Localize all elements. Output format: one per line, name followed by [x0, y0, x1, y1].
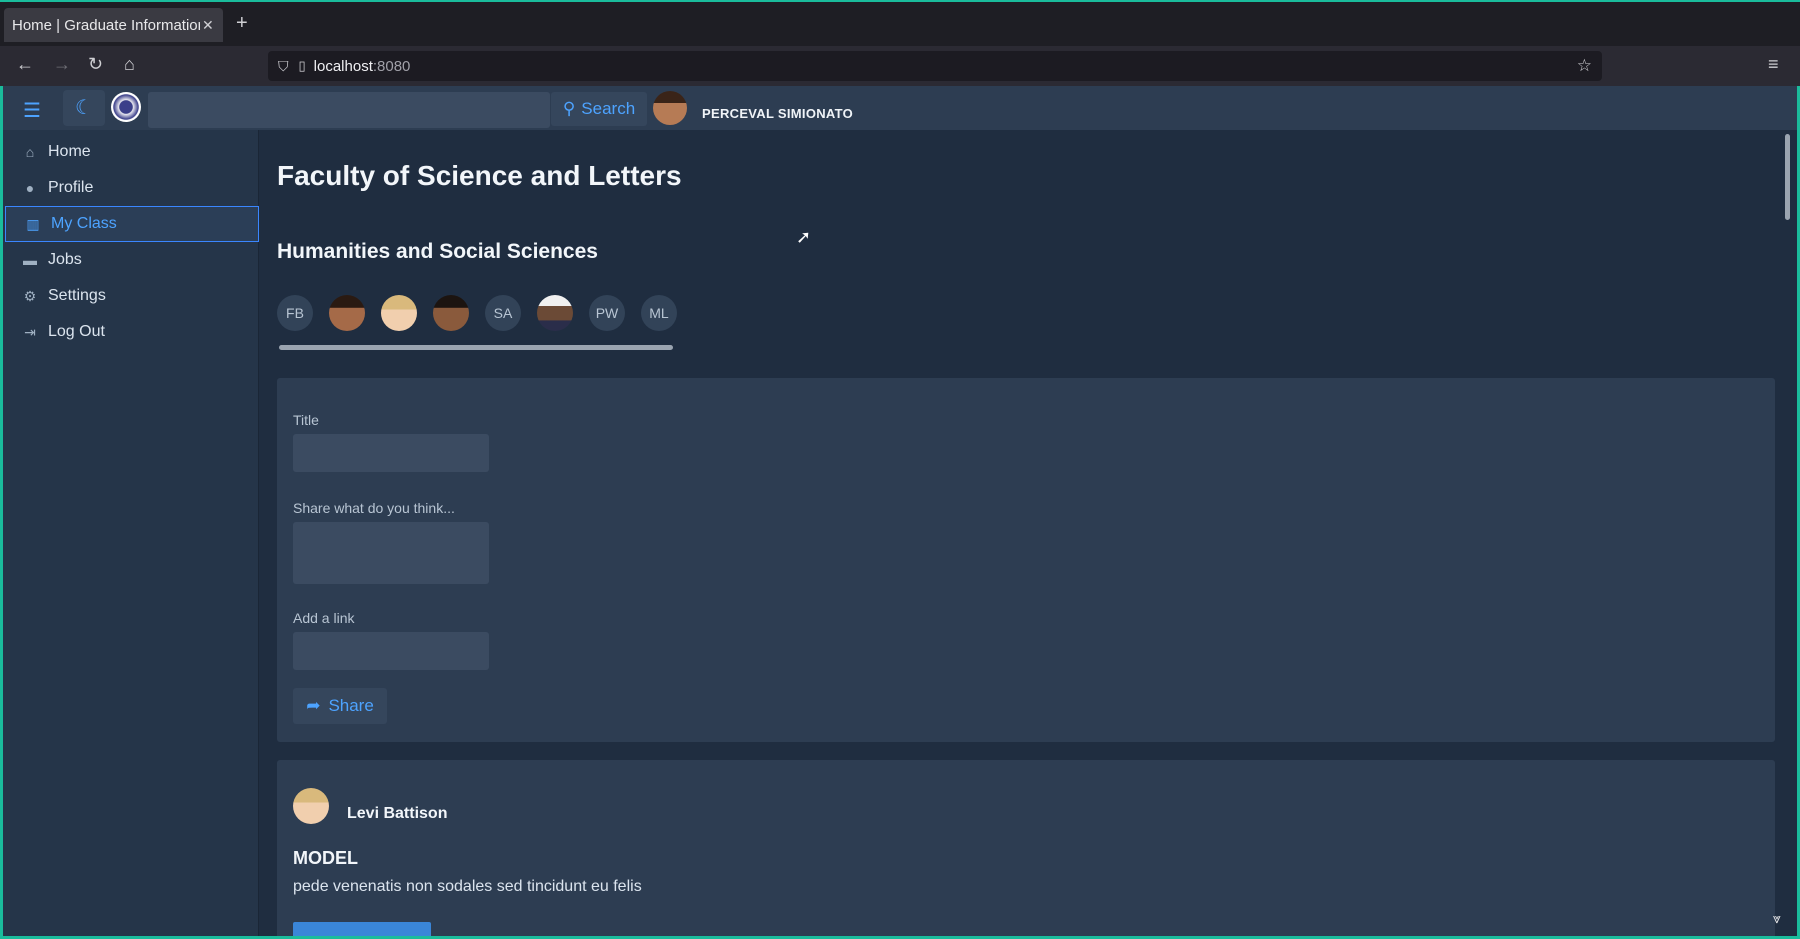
- share-icon: ➦: [306, 696, 321, 715]
- app-frame: ☰ ☾ ⚲ Search PERCEVAL SIMIONATO ⌂ Home ●…: [0, 86, 1800, 939]
- sidebar: ⌂ Home ● Profile ▥ My Class ▬ Jobs ⚙ Set…: [3, 130, 259, 936]
- member-avatar[interactable]: [329, 295, 365, 331]
- page-scrollbar-thumb[interactable]: [1785, 134, 1790, 220]
- member-avatar[interactable]: [381, 295, 417, 331]
- title-label: Title: [293, 412, 319, 428]
- forward-icon[interactable]: →: [53, 54, 71, 75]
- post-link-button[interactable]: [293, 922, 431, 936]
- mouse-cursor-icon: ➚: [796, 227, 812, 247]
- sidebar-item-label: Settings: [48, 287, 106, 304]
- url-text: localhost:8080: [313, 57, 411, 75]
- page-scrollbar[interactable]: [1783, 130, 1791, 930]
- user-name[interactable]: PERCEVAL SIMIONATO: [702, 106, 853, 121]
- building-icon: ▥: [26, 215, 40, 232]
- sidebar-item-label: Home: [48, 143, 91, 160]
- member-avatar[interactable]: [433, 295, 469, 331]
- hamburger-menu-icon[interactable]: ☰: [23, 98, 41, 123]
- search-icon: ⚲: [562, 99, 576, 118]
- briefcase-icon: ▬: [23, 252, 37, 268]
- tab-title: Home | Graduate Information: [12, 16, 200, 34]
- logout-icon: ⇥: [24, 323, 36, 340]
- gear-icon: ⚙: [23, 287, 37, 304]
- share-button[interactable]: ➦ Share: [293, 688, 387, 724]
- page-title: Faculty of Science and Letters: [277, 160, 682, 191]
- home-browser-icon[interactable]: ⌂: [124, 54, 135, 75]
- class-members: FB SA PW ML: [277, 295, 677, 335]
- moon-icon: ☾: [75, 97, 93, 119]
- home-icon: ⌂: [25, 144, 35, 160]
- member-avatar[interactable]: ML: [641, 295, 677, 331]
- browser-tab[interactable]: Home | Graduate Information ✕: [4, 8, 223, 42]
- back-icon[interactable]: ←: [16, 54, 34, 75]
- member-avatar[interactable]: PW: [589, 295, 625, 331]
- member-avatar[interactable]: [537, 295, 573, 331]
- user-icon: ●: [25, 180, 35, 196]
- link-field[interactable]: [293, 632, 489, 670]
- post-card: Levi Battison MODEL pede venenatis non s…: [277, 760, 1775, 936]
- sidebar-item-home[interactable]: ⌂ Home: [3, 134, 258, 170]
- sidebar-item-label: Jobs: [48, 251, 82, 268]
- feedback-icon[interactable]: ⩔: [1773, 910, 1781, 927]
- search-button[interactable]: ⚲ Search: [551, 92, 647, 126]
- sidebar-item-profile[interactable]: ● Profile: [3, 170, 258, 206]
- body-label: Share what do you think...: [293, 500, 455, 516]
- dark-mode-toggle[interactable]: ☾: [63, 90, 105, 126]
- university-logo[interactable]: [111, 92, 141, 122]
- body-field[interactable]: [293, 522, 489, 584]
- post-title: MODEL: [293, 848, 358, 868]
- link-label: Add a link: [293, 610, 355, 626]
- member-avatar[interactable]: SA: [485, 295, 521, 331]
- close-tab-icon[interactable]: ✕: [202, 17, 214, 34]
- members-scrollbar[interactable]: [279, 345, 673, 350]
- main-content: Faculty of Science and Letters Humanitie…: [259, 130, 1791, 936]
- search-input[interactable]: [148, 92, 550, 128]
- share-button-label: Share: [328, 696, 374, 715]
- sidebar-item-label: My Class: [51, 215, 117, 232]
- sidebar-item-label: Profile: [48, 179, 94, 196]
- post-author-avatar[interactable]: [293, 788, 329, 824]
- reload-icon[interactable]: ↻: [88, 54, 103, 75]
- department-title: Humanities and Social Sciences: [277, 240, 598, 263]
- sidebar-item-my-class[interactable]: ▥ My Class: [5, 206, 259, 242]
- search-button-label: Search: [581, 99, 636, 118]
- browser-tab-bar: Home | Graduate Information ✕ +: [0, 0, 1800, 46]
- shield-icon: ⛉: [278, 57, 289, 74]
- new-tab-icon[interactable]: +: [236, 12, 248, 35]
- page-icon: ▯: [298, 58, 306, 73]
- new-post-form: Title Share what do you think... Add a l…: [277, 378, 1775, 742]
- browser-menu-icon[interactable]: ≡: [1768, 54, 1779, 75]
- member-avatar[interactable]: FB: [277, 295, 313, 331]
- sidebar-item-label: Log Out: [48, 323, 105, 340]
- sidebar-item-logout[interactable]: ⇥ Log Out: [3, 314, 258, 350]
- post-author[interactable]: Levi Battison: [347, 805, 447, 823]
- post-body: pede venenatis non sodales sed tincidunt…: [293, 878, 642, 895]
- sidebar-item-jobs[interactable]: ▬ Jobs: [3, 242, 258, 278]
- sidebar-item-settings[interactable]: ⚙ Settings: [3, 278, 258, 314]
- browser-nav-bar: ← → ↻ ⌂ ⛉ ▯ localhost:8080 ☆ ≡: [0, 46, 1800, 86]
- app-topbar: ☰ ☾ ⚲ Search PERCEVAL SIMIONATO: [3, 86, 1797, 130]
- bookmark-star-icon[interactable]: ☆: [1577, 56, 1592, 76]
- title-field[interactable]: [293, 434, 489, 472]
- user-avatar[interactable]: [653, 91, 687, 125]
- url-bar[interactable]: ⛉ ▯ localhost:8080 ☆: [268, 51, 1602, 81]
